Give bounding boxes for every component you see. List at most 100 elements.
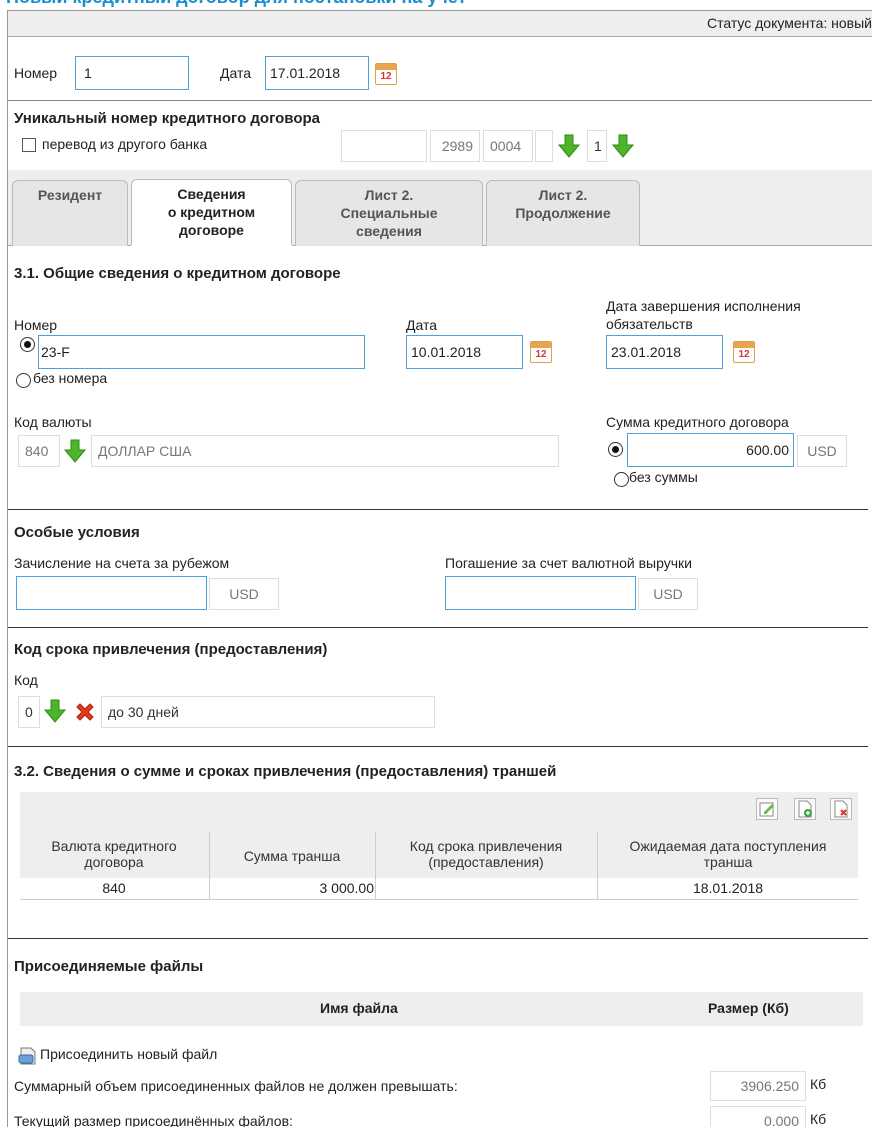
contract-number-input[interactable]: 23-F bbox=[38, 335, 365, 369]
transfer-label: перевод из другого банка bbox=[42, 136, 208, 152]
general-section-title: 3.1. Общие сведения о кредитном договоре bbox=[14, 265, 341, 282]
term-name-field[interactable]: до 30 дней bbox=[101, 696, 435, 728]
tab-label: Лист 2. bbox=[364, 187, 414, 203]
divider bbox=[8, 938, 868, 939]
tab-label: сведения bbox=[356, 223, 422, 239]
down-arrow-icon[interactable] bbox=[612, 134, 634, 158]
document-number-input[interactable]: 1 bbox=[75, 56, 189, 90]
status-label: Статус документа: новый bbox=[706, 15, 872, 31]
end-date-label-2: обязательств bbox=[606, 316, 693, 332]
delete-file-icon bbox=[834, 800, 848, 818]
divider bbox=[8, 100, 872, 101]
column-header-line: Валюта кредитного bbox=[51, 838, 177, 854]
special-conditions-title: Особые условия bbox=[14, 524, 140, 541]
files-current-value: 0.000 bbox=[710, 1106, 806, 1127]
no-number-radio[interactable] bbox=[16, 373, 31, 388]
edit-row-button[interactable] bbox=[756, 798, 778, 820]
down-arrow-icon[interactable] bbox=[44, 699, 66, 723]
attach-file-link[interactable]: Присоединить новый файл bbox=[40, 1046, 217, 1062]
repay-amount-input[interactable] bbox=[445, 576, 636, 610]
files-limit-value: 3906.250 bbox=[710, 1071, 806, 1101]
unique-number-part3[interactable]: 0004 bbox=[483, 130, 533, 162]
tab-contract-info[interactable]: Сведения о кредитном договоре bbox=[131, 179, 292, 247]
column-header-line: (предоставления) bbox=[428, 854, 544, 870]
delete-row-button[interactable] bbox=[830, 798, 852, 820]
term-code-field[interactable]: 0 bbox=[18, 696, 40, 728]
tab-sheet2-continued[interactable]: Лист 2. Продолжение bbox=[486, 180, 640, 246]
with-sum-radio[interactable] bbox=[608, 442, 623, 457]
calendar-day: 12 bbox=[738, 349, 750, 360]
calendar-icon[interactable]: 12 bbox=[375, 63, 397, 85]
with-number-radio[interactable] bbox=[20, 337, 35, 352]
down-arrow-icon[interactable] bbox=[558, 134, 580, 158]
end-date-input[interactable]: 23.01.2018 bbox=[606, 335, 723, 369]
column-header-currency: Валюта кредитного договора bbox=[20, 838, 208, 870]
tab-sheet2-special[interactable]: Лист 2. Специальные сведения bbox=[295, 180, 483, 246]
contract-date-input[interactable]: 10.01.2018 bbox=[406, 335, 523, 369]
tab-label: договоре bbox=[179, 222, 244, 238]
cell-expected-date: 18.01.2018 bbox=[692, 880, 764, 896]
column-header-amount: Сумма транша bbox=[243, 848, 341, 864]
currency-name-field[interactable]: ДОЛЛАР США bbox=[91, 435, 559, 467]
number-label: Номер bbox=[14, 65, 58, 81]
edit-icon bbox=[759, 802, 774, 817]
document-date-input[interactable]: 17.01.2018 bbox=[265, 56, 369, 90]
end-date-label: Дата завершения исполнения bbox=[606, 298, 801, 314]
column-header-line: договора bbox=[84, 854, 144, 870]
files-current-label: Текущий размер присоединённых файлов: bbox=[14, 1113, 293, 1127]
tab-label: Лист 2. bbox=[538, 187, 588, 203]
cell-amount: 3 000.00 bbox=[319, 880, 375, 896]
tab-resident[interactable]: Резидент bbox=[12, 180, 128, 246]
unique-number-part5[interactable]: 1 bbox=[587, 130, 607, 162]
cell-currency: 840 bbox=[102, 880, 126, 896]
column-header-term: Код срока привлечения (предоставления) bbox=[376, 838, 596, 870]
calendar-day: 12 bbox=[380, 71, 392, 82]
contract-sum-input[interactable]: 600.00 bbox=[627, 433, 794, 467]
add-row-button[interactable] bbox=[794, 798, 816, 820]
column-header-file-size: Размер (Кб) bbox=[708, 1000, 789, 1016]
tab-label: Сведения bbox=[177, 186, 246, 202]
calendar-day: 12 bbox=[535, 349, 547, 360]
down-arrow-icon[interactable] bbox=[64, 439, 86, 463]
tab-label: о кредитном bbox=[167, 204, 256, 220]
unique-number-part1[interactable] bbox=[341, 130, 427, 162]
files-limit-label: Суммарный объем присоединенных файлов не… bbox=[14, 1078, 458, 1094]
divider bbox=[8, 746, 868, 747]
attach-file-icon[interactable] bbox=[18, 1046, 40, 1066]
contract-sum-label: Сумма кредитного договора bbox=[606, 414, 789, 430]
calendar-icon[interactable]: 12 bbox=[530, 341, 552, 363]
column-header-expected-date: Ожидаемая дата поступления транша bbox=[598, 838, 858, 870]
delete-icon[interactable] bbox=[74, 701, 96, 723]
divider bbox=[8, 509, 868, 510]
contract-date-label: Дата bbox=[406, 317, 438, 333]
contract-number-label: Номер bbox=[14, 317, 58, 333]
abroad-currency-field: USD bbox=[209, 578, 279, 610]
tab-label: Продолжение bbox=[515, 205, 611, 221]
files-current-unit: Кб bbox=[810, 1111, 827, 1127]
status-bar: Статус документа: новый bbox=[8, 11, 872, 37]
unique-number-title: Уникальный номер кредитного договора bbox=[14, 110, 320, 127]
unique-number-part4[interactable] bbox=[535, 130, 553, 162]
no-sum-radio[interactable] bbox=[614, 472, 629, 487]
abroad-label: Зачисление на счета за рубежом bbox=[14, 555, 230, 571]
column-header-line: транша bbox=[703, 854, 753, 870]
table-row[interactable]: 840 3 000.00 18.01.2018 bbox=[20, 878, 858, 900]
active-tab-gap bbox=[131, 245, 292, 247]
files-title: Присоединяемые файлы bbox=[14, 958, 204, 975]
page-title: Новый кредитный договор для постановки н… bbox=[6, 0, 466, 8]
abroad-amount-input[interactable] bbox=[16, 576, 207, 610]
tab-label: Специальные bbox=[340, 205, 438, 221]
no-sum-label: без суммы bbox=[629, 469, 698, 485]
files-limit-unit: Кб bbox=[810, 1076, 827, 1092]
transfer-checkbox[interactable] bbox=[22, 138, 36, 152]
tranches-title: 3.2. Сведения о сумме и сроках привлечен… bbox=[14, 763, 557, 780]
term-code-label: Код bbox=[14, 672, 38, 688]
column-header-line: Код срока привлечения bbox=[409, 838, 563, 854]
date-label: Дата bbox=[220, 65, 252, 81]
sum-currency-field: USD bbox=[797, 435, 847, 467]
currency-label: Код валюты bbox=[14, 414, 92, 430]
unique-number-part2[interactable]: 2989 bbox=[430, 130, 480, 162]
currency-code-field[interactable]: 840 bbox=[18, 435, 60, 467]
divider bbox=[8, 627, 868, 628]
calendar-icon[interactable]: 12 bbox=[733, 341, 755, 363]
